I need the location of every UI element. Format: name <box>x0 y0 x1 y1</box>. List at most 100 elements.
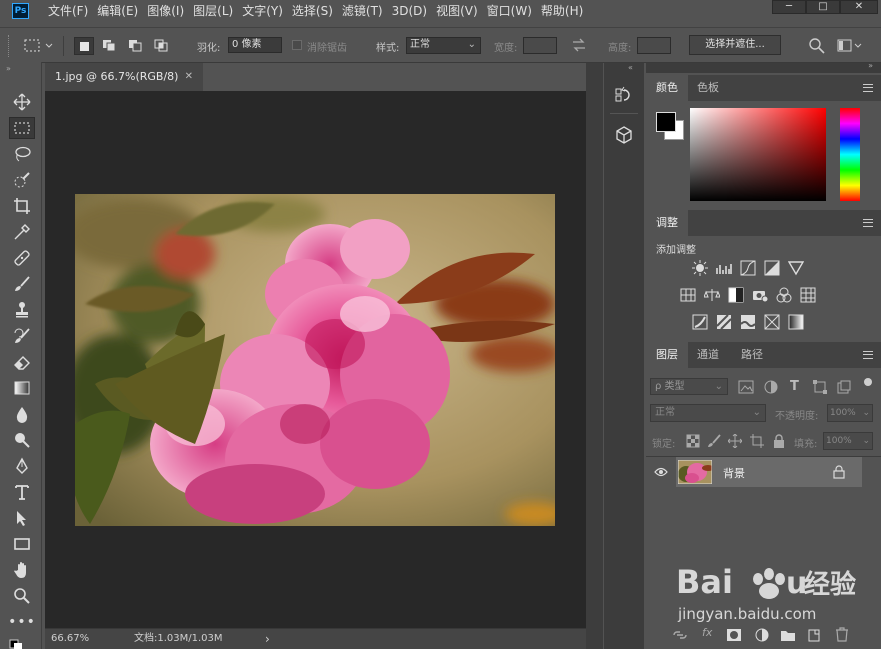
vibrance-icon[interactable] <box>788 260 804 276</box>
style-select[interactable]: 正常 ⌄ <box>406 37 481 54</box>
exposure-icon[interactable] <box>764 260 780 276</box>
panel-menu-icon[interactable] <box>863 351 873 359</box>
lock-artboard-icon[interactable] <box>750 434 764 448</box>
menu-select[interactable]: 选择(S) <box>292 0 339 22</box>
hand-tool[interactable] <box>9 559 35 581</box>
maximize-button[interactable]: □ <box>806 0 840 14</box>
search-icon[interactable] <box>808 37 826 55</box>
collapse-arrows-icon[interactable]: » <box>6 64 11 73</box>
tab-channels[interactable]: 通道 <box>687 342 729 368</box>
tab-layers[interactable]: 图层 <box>646 342 688 368</box>
close-tab-icon[interactable]: ✕ <box>185 63 193 91</box>
history-panel-button[interactable] <box>610 83 638 107</box>
hue-slider[interactable] <box>840 108 860 201</box>
height-input[interactable] <box>637 37 671 54</box>
brush-tool[interactable] <box>9 273 35 295</box>
tool-preset-picker[interactable] <box>22 37 54 55</box>
zoom-level[interactable]: 66.67% <box>51 629 89 649</box>
path-select-tool[interactable] <box>9 507 35 529</box>
curves-icon[interactable] <box>740 260 756 276</box>
black-white-icon[interactable] <box>728 287 744 303</box>
document-tab[interactable]: 1.jpg @ 66.7%(RGB/8) ✕ <box>45 63 203 91</box>
layer-filter-select[interactable]: ρ 类型 ⌄ <box>650 378 728 395</box>
photo-filter-icon[interactable] <box>752 287 768 303</box>
menu-layer[interactable]: 图层(L) <box>193 0 239 22</box>
menu-edit[interactable]: 编辑(E) <box>97 0 144 22</box>
rectangle-tool[interactable] <box>9 533 35 555</box>
selective-color-icon[interactable] <box>764 314 780 330</box>
layer-row[interactable]: 背景 <box>676 457 862 487</box>
color-field[interactable] <box>690 108 826 201</box>
quick-select-tool[interactable] <box>9 169 35 191</box>
shape-filter-icon[interactable] <box>812 380 828 394</box>
canvas-area[interactable] <box>45 91 586 628</box>
layer-lock-icon[interactable] <box>833 465 845 479</box>
tab-paths[interactable]: 路径 <box>731 342 773 368</box>
eyedropper-tool[interactable] <box>9 221 35 243</box>
levels-icon[interactable] <box>716 260 732 276</box>
pixel-filter-icon[interactable] <box>738 380 754 394</box>
tab-swatches[interactable]: 色板 <box>687 75 729 101</box>
hue-saturation-icon[interactable] <box>680 287 696 303</box>
panel-menu-icon[interactable] <box>863 84 873 92</box>
menu-view[interactable]: 视图(V) <box>436 0 484 22</box>
blend-mode-select[interactable]: 正常 ⌄ <box>650 404 766 422</box>
dodge-tool[interactable] <box>9 429 35 451</box>
menu-help[interactable]: 帮助(H) <box>541 0 589 22</box>
threshold-icon[interactable] <box>740 314 756 330</box>
smart-object-filter-icon[interactable] <box>836 380 852 394</box>
menu-type[interactable]: 文字(Y) <box>242 0 289 22</box>
gradient-map-icon[interactable] <box>788 314 804 330</box>
foreground-color-swatch[interactable] <box>656 112 676 132</box>
lock-transparent-icon[interactable] <box>686 434 700 448</box>
add-mask-icon[interactable] <box>726 628 742 642</box>
workspace-switcher[interactable] <box>836 37 862 55</box>
flower-photo[interactable] <box>75 194 555 526</box>
select-and-mask-button[interactable]: 选择并遮住... <box>689 35 781 55</box>
blur-tool[interactable] <box>9 403 35 425</box>
menu-filter[interactable]: 滤镜(T) <box>342 0 389 22</box>
gradient-tool[interactable] <box>9 377 35 399</box>
width-input[interactable] <box>523 37 557 54</box>
feather-input[interactable]: 0 像素 <box>228 37 282 53</box>
minimize-button[interactable]: ─ <box>772 0 806 14</box>
panel-menu-icon[interactable] <box>863 219 873 227</box>
menu-3d[interactable]: 3D(D) <box>392 0 433 22</box>
lock-all-icon[interactable] <box>772 434 786 448</box>
collapse-panels-icon[interactable]: » <box>868 61 873 70</box>
type-tool[interactable] <box>9 481 35 503</box>
brightness-icon[interactable] <box>692 260 708 276</box>
healing-brush-tool[interactable] <box>9 247 35 269</box>
tab-color[interactable]: 颜色 <box>646 75 688 101</box>
add-selection-button[interactable] <box>100 37 120 55</box>
adjustment-filter-icon[interactable] <box>764 380 780 394</box>
menu-window[interactable]: 窗口(W) <box>487 0 538 22</box>
swap-dimensions-icon[interactable] <box>571 38 587 52</box>
new-adjustment-icon[interactable] <box>754 628 770 642</box>
lock-image-icon[interactable] <box>707 434 721 448</box>
history-brush-tool[interactable] <box>9 325 35 347</box>
posterize-icon[interactable] <box>716 314 732 330</box>
close-button[interactable]: ✕ <box>840 0 878 14</box>
new-layer-icon[interactable] <box>806 628 822 642</box>
intersect-selection-button[interactable] <box>152 37 172 55</box>
expand-arrows-icon[interactable]: « <box>628 63 633 72</box>
menu-file[interactable]: 文件(F) <box>48 0 94 22</box>
filter-toggle[interactable] <box>864 378 872 386</box>
vertical-scrollbar[interactable] <box>586 63 603 649</box>
color-balance-icon[interactable] <box>704 287 720 303</box>
antialias-checkbox[interactable] <box>292 40 302 50</box>
clone-stamp-tool[interactable] <box>9 299 35 321</box>
new-group-icon[interactable] <box>780 628 796 642</box>
eye-icon[interactable] <box>654 466 668 478</box>
more-tools[interactable]: ••• <box>8 611 35 633</box>
color-swatches-mini[interactable] <box>8 638 34 649</box>
fill-input[interactable]: 100% ⌄ <box>823 432 873 450</box>
rect-marquee-tool[interactable] <box>9 117 35 139</box>
link-layers-icon[interactable] <box>672 628 688 642</box>
3d-panel-button[interactable] <box>610 123 638 147</box>
options-grip[interactable] <box>8 35 11 57</box>
tab-adjustments[interactable]: 调整 <box>646 210 688 236</box>
eraser-tool[interactable] <box>9 351 35 373</box>
type-filter-icon[interactable]: T <box>790 379 799 394</box>
